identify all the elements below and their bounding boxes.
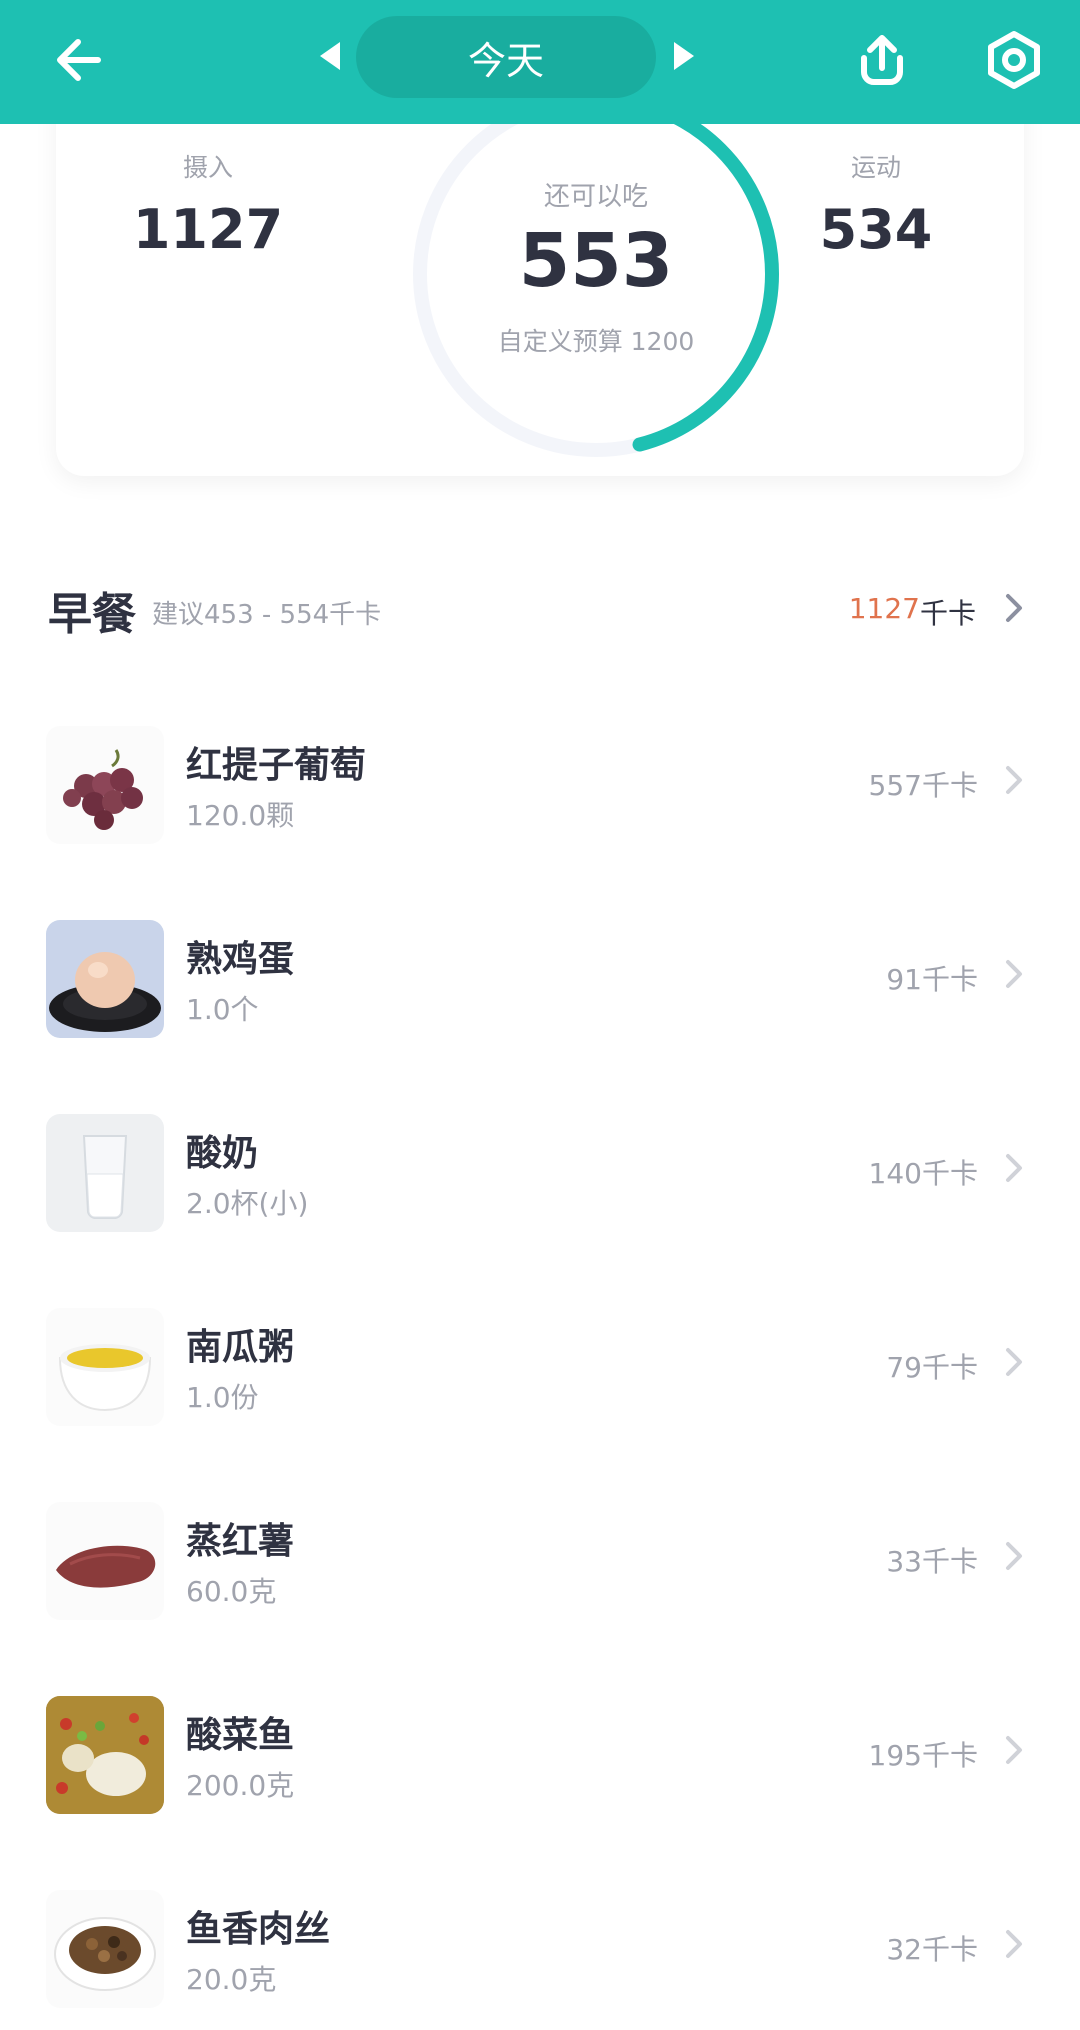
meal-title: 早餐	[48, 589, 136, 640]
chevron-right-icon	[1006, 1736, 1022, 1764]
food-portion: 200.0克	[186, 1769, 295, 1802]
chevron-right-icon	[1006, 1348, 1022, 1376]
food-kcal: 140千卡	[868, 1157, 978, 1190]
sweet-potato-icon	[46, 1502, 164, 1620]
food-kcal: 557千卡	[868, 769, 978, 802]
food-name: 蒸红薯	[186, 1521, 295, 1562]
food-portion: 1.0个	[186, 993, 259, 1026]
previous-day-button[interactable]	[320, 42, 340, 70]
settings-hex-icon	[988, 31, 1040, 89]
food-portion: 2.0杯(小)	[186, 1187, 309, 1220]
food-kcal: 33千卡	[886, 1545, 978, 1578]
food-item[interactable]: 酸菜鱼 200.0克 195千卡	[0, 1676, 1080, 1836]
food-name: 南瓜粥	[186, 1327, 295, 1368]
top-app-bar: 今天	[0, 0, 1080, 124]
egg-icon	[46, 920, 164, 1038]
meal-suggestion: 建议453 - 554千卡	[152, 600, 382, 630]
food-name: 酸菜鱼	[186, 1715, 295, 1756]
food-name: 鱼香肉丝	[186, 1909, 331, 1950]
next-day-button[interactable]	[674, 42, 694, 70]
food-item[interactable]: 红提子葡萄 120.0颗 557千卡	[0, 706, 1080, 866]
grapes-icon	[46, 726, 164, 844]
food-item[interactable]: 酸奶 2.0杯(小) 140千卡	[0, 1094, 1080, 1254]
food-name: 熟鸡蛋	[186, 939, 295, 980]
intake-stat: 摄入 1127	[98, 148, 318, 261]
exercise-value: 534	[819, 198, 933, 261]
pumpkin-porridge-icon	[46, 1308, 164, 1426]
shredded-pork-icon	[46, 1890, 164, 2008]
food-kcal: 32千卡	[886, 1933, 978, 1966]
chevron-right-icon	[1006, 1154, 1022, 1182]
food-portion: 20.0克	[186, 1963, 277, 1996]
exercise-stat: 运动 534	[766, 148, 986, 261]
intake-label: 摄入	[182, 153, 233, 182]
food-kcal: 79千卡	[886, 1351, 978, 1384]
remaining-value: 553	[518, 218, 674, 304]
arrow-left-icon	[57, 39, 101, 81]
share-button[interactable]	[850, 28, 914, 92]
food-kcal: 195千卡	[868, 1739, 978, 1772]
food-item[interactable]: 熟鸡蛋 1.0个 91千卡	[0, 900, 1080, 1060]
food-name: 红提子葡萄	[186, 745, 367, 786]
breakfast-header[interactable]: 早餐 建议453 - 554千卡 1127 千卡	[48, 572, 1032, 642]
food-item[interactable]: 南瓜粥 1.0份 79千卡	[0, 1288, 1080, 1448]
settings-button[interactable]	[982, 28, 1046, 92]
food-portion: 1.0份	[186, 1381, 259, 1414]
food-portion: 60.0克	[186, 1575, 277, 1608]
exercise-label: 运动	[850, 153, 901, 182]
chevron-right-icon	[1006, 766, 1022, 794]
remaining-label: 还可以吃	[543, 182, 648, 212]
meal-kcal: 1127	[848, 592, 920, 625]
back-button[interactable]	[48, 28, 112, 92]
food-name: 酸奶	[186, 1133, 259, 1174]
food-item[interactable]: 蒸红薯 60.0克 33千卡	[0, 1482, 1080, 1642]
food-item[interactable]: 鱼香肉丝 20.0克 32千卡	[0, 1870, 1080, 2030]
food-kcal: 91千卡	[886, 963, 978, 996]
chevron-right-icon	[1006, 1542, 1022, 1570]
date-selector[interactable]: 今天	[356, 16, 656, 98]
chevron-right-icon	[1006, 1930, 1022, 1958]
date-label: 今天	[467, 38, 544, 83]
chevron-right-icon	[1006, 594, 1022, 622]
food-portion: 120.0颗	[186, 799, 295, 832]
budget-label: 自定义预算 1200	[497, 327, 695, 356]
yogurt-icon	[46, 1114, 164, 1232]
share-upload-icon	[861, 35, 903, 85]
pickled-fish-icon	[46, 1696, 164, 1814]
intake-value: 1127	[132, 198, 284, 261]
chevron-right-icon	[1006, 960, 1022, 988]
meal-kcal-unit: 千卡	[919, 597, 976, 630]
